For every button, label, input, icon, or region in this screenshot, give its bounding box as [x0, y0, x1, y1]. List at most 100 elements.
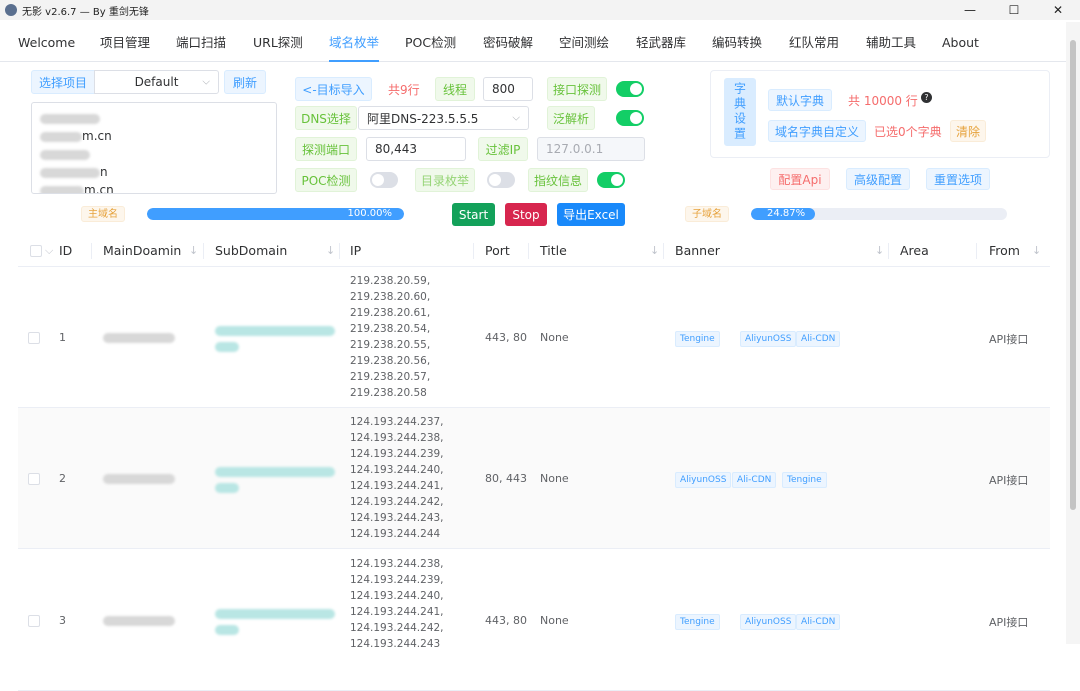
tab-2[interactable]: 端口扫描	[176, 22, 226, 62]
project-target-item[interactable]	[40, 145, 268, 163]
sort-arrow-icon[interactable]: ↓	[1032, 235, 1041, 267]
select-project-button[interactable]: 选择项目	[31, 70, 95, 94]
main-domain-tag: 主域名	[81, 206, 125, 222]
refresh-button[interactable]: 刷新	[224, 70, 266, 94]
select-all-checkbox[interactable]	[30, 245, 42, 257]
minimize-button[interactable]: —	[948, 0, 992, 20]
ip-address: 124.193.244.243	[350, 638, 441, 650]
redacted-maindomain	[103, 473, 175, 484]
ip-address: 124.193.244.243,	[350, 512, 444, 524]
sort-arrow-icon[interactable]: ↓	[875, 235, 884, 267]
dict-total: 共 10000 行	[848, 93, 918, 108]
stop-button[interactable]: Stop	[505, 203, 547, 226]
column-subdomain[interactable]: SubDomain	[215, 235, 287, 267]
project-target-item[interactable]: m.cn	[40, 127, 268, 145]
project-select[interactable]: Default ⌵	[94, 70, 219, 94]
ip-address: 124.193.244.239,	[350, 574, 444, 586]
wildcard-switch[interactable]	[616, 110, 644, 126]
ip-address: 219.238.20.56,	[350, 355, 431, 367]
row-checkbox[interactable]	[28, 614, 40, 627]
advanced-config-button[interactable]: 高级配置	[846, 168, 910, 190]
clear-dict-button[interactable]: 清除	[950, 120, 986, 142]
tab-6[interactable]: 密码破解	[483, 22, 533, 62]
row-checkbox[interactable]	[28, 472, 40, 485]
ip-address: 219.238.20.58	[350, 387, 427, 399]
banner-tag: Tengine	[675, 613, 720, 630]
close-button[interactable]: ✕	[1036, 0, 1080, 20]
sort-arrow-icon[interactable]: ↓	[650, 235, 659, 267]
row-from: API接口	[989, 332, 1029, 346]
tab-3[interactable]: URL探测	[253, 22, 303, 62]
ip-list: 124.193.244.237, 124.193.244.238, 124.193.…	[350, 414, 444, 542]
banner-tag: Ali-CDN	[732, 471, 777, 488]
maximize-button[interactable]: ☐	[992, 0, 1036, 20]
main-domain-progress-fill: 100.00%	[147, 208, 404, 220]
tab-0[interactable]: Welcome	[18, 22, 75, 62]
column-from[interactable]: From	[989, 235, 1020, 267]
ip-address: 124.193.244.242,	[350, 622, 444, 634]
column-id[interactable]: ID	[59, 235, 72, 267]
column-title[interactable]: Title	[540, 235, 567, 267]
fingerprint-label: 指纹信息	[528, 168, 588, 192]
tab-7[interactable]: 空间测绘	[559, 22, 609, 62]
project-target-list[interactable]: m.cn n m.cn	[31, 102, 277, 194]
sort-arrow-icon[interactable]: ↓	[189, 235, 198, 267]
column-banner[interactable]: Banner	[675, 235, 720, 267]
port-probe-switch[interactable]	[616, 81, 644, 97]
help-icon[interactable]: ?	[921, 92, 932, 103]
row-title: None	[540, 330, 569, 344]
redacted-subdomain	[215, 608, 335, 619]
row-from: API接口	[989, 473, 1029, 487]
sort-arrow-icon[interactable]: ↓	[326, 235, 335, 267]
probe-port-input[interactable]: 80,443	[366, 137, 466, 161]
tab-4[interactable]: 域名枚举	[329, 22, 380, 62]
dns-select[interactable]: 阿里DNS-223.5.5.5 ⌵	[358, 106, 529, 130]
export-excel-button[interactable]: 导出Excel	[557, 203, 625, 226]
ip-address: 219.238.20.55,	[350, 339, 431, 351]
table-row[interactable]: 2 124.193.244.237, 124.193.244.238, 124.193…	[18, 408, 1050, 549]
column-ip[interactable]: IP	[350, 235, 361, 267]
row-port: 80, 443	[485, 471, 527, 485]
reset-options-button[interactable]: 重置选项	[926, 168, 990, 190]
redacted-maindomain	[103, 615, 175, 626]
config-api-button[interactable]: 配置Api	[770, 168, 830, 190]
filter-ip-input[interactable]: 127.0.0.1	[537, 137, 645, 161]
project-target-item[interactable]	[40, 109, 268, 127]
ip-list: 124.193.244.238, 124.193.244.239, 124.193.…	[350, 556, 444, 652]
fingerprint-switch[interactable]	[597, 172, 625, 188]
table-row[interactable]: 1 219.238.20.59, 219.238.20.60, 219.238.20.…	[18, 267, 1050, 408]
table-row[interactable]: 3 124.193.244.238, 124.193.244.239, 124.193…	[18, 550, 1050, 691]
dict-selected-count: 已选0个字典	[874, 124, 942, 139]
row-from: API接口	[989, 615, 1029, 629]
thread-input[interactable]: 800	[483, 77, 533, 101]
tab-8[interactable]: 轻武器库	[636, 22, 686, 62]
tab-10[interactable]: 红队常用	[789, 22, 839, 62]
tab-12[interactable]: About	[942, 22, 979, 62]
custom-dict-button[interactable]: 域名字典自定义	[768, 120, 866, 142]
sub-domain-progress-fill: 24.87%	[751, 208, 815, 220]
column-maindomain[interactable]: MainDoamin	[103, 235, 181, 267]
tab-9[interactable]: 编码转换	[712, 22, 762, 62]
project-target-item[interactable]: m.cn	[40, 181, 268, 193]
scrollbar-thumb[interactable]	[1070, 40, 1076, 510]
column-area[interactable]: Area	[900, 235, 929, 267]
start-button[interactable]: Start	[452, 203, 495, 226]
vertical-scrollbar[interactable]	[1066, 22, 1080, 644]
tab-5[interactable]: POC检测	[405, 22, 456, 62]
chevron-down-icon[interactable]: ⌵	[45, 235, 53, 267]
main-tabs: Welcome 项目管理 端口扫描 URL探测 域名枚举 POC检测 密码破解 空间测绘 轻武器…	[0, 22, 1066, 62]
poc-switch[interactable]	[370, 172, 398, 188]
import-targets-button[interactable]: <-目标导入	[295, 77, 372, 101]
sub-domain-percent: 24.87%	[767, 208, 806, 219]
ip-address: 124.193.244.242,	[350, 496, 444, 508]
redacted-text	[40, 149, 90, 160]
default-dict-button[interactable]: 默认字典	[768, 89, 832, 111]
ip-address: 219.238.20.59,	[350, 275, 431, 287]
column-port[interactable]: Port	[485, 235, 510, 267]
ip-address: 124.193.244.239,	[350, 448, 444, 460]
row-checkbox[interactable]	[28, 331, 40, 344]
project-target-item[interactable]: n	[40, 163, 268, 181]
dir-enum-switch[interactable]	[487, 172, 515, 188]
tab-1[interactable]: 项目管理	[100, 22, 150, 62]
tab-11[interactable]: 辅助工具	[866, 22, 916, 62]
